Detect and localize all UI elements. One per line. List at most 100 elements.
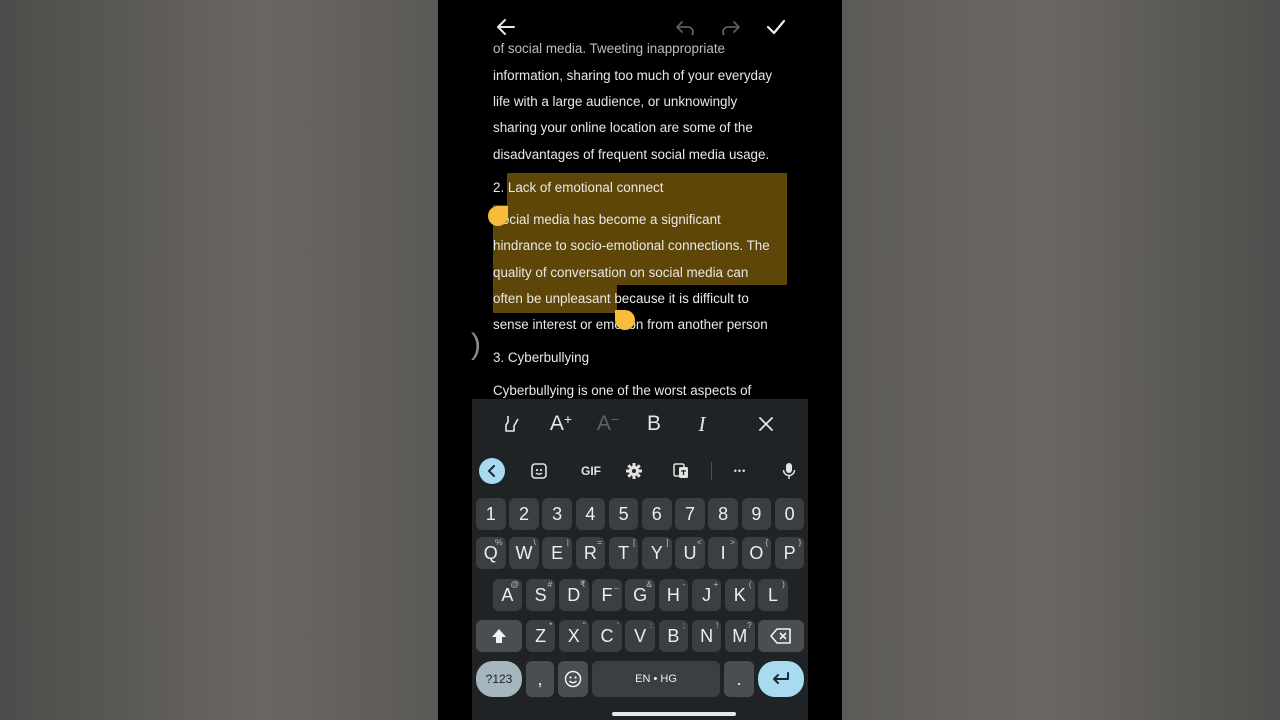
number-key-8[interactable]: 8 bbox=[708, 498, 738, 530]
space-key[interactable]: EN • HG bbox=[592, 661, 720, 697]
redo-icon[interactable] bbox=[718, 14, 744, 40]
key-hint: > bbox=[730, 537, 735, 547]
key-label: V bbox=[634, 625, 647, 646]
doc-line: of social media. Tweeting inappropriate bbox=[493, 41, 725, 56]
key-hint: # bbox=[547, 579, 553, 589]
checkmark-icon[interactable] bbox=[763, 14, 789, 40]
letter-key-g[interactable]: G & bbox=[625, 579, 655, 611]
gesture-nav-bar[interactable] bbox=[612, 712, 736, 716]
comma-key[interactable]: , bbox=[526, 661, 554, 697]
number-key-4[interactable]: 4 bbox=[575, 498, 606, 530]
letter-key-y[interactable]: Y] bbox=[642, 537, 672, 569]
letter-key-n[interactable]: N! bbox=[691, 620, 722, 652]
key-label: B bbox=[667, 625, 680, 646]
key-label: T bbox=[618, 542, 630, 563]
doc-line: often be unpleasant because it is diffic… bbox=[493, 291, 749, 306]
letter-key-t[interactable]: T[ bbox=[608, 537, 639, 569]
key-hint: * bbox=[549, 620, 553, 630]
key-hint: ] bbox=[666, 537, 669, 547]
phone-screen: of social media. Tweeting inappropriate … bbox=[438, 0, 842, 720]
key-hint: [ bbox=[633, 537, 636, 547]
key-hint: % bbox=[495, 537, 503, 547]
key-hint: + bbox=[713, 579, 719, 589]
letter-key-z[interactable]: Z * bbox=[525, 620, 556, 652]
number-key-9[interactable]: 9 bbox=[741, 498, 772, 530]
letter-key-m[interactable]: M? bbox=[725, 620, 755, 652]
doc-heading: 2. Lack of emotional connect bbox=[493, 180, 664, 195]
backspace-key[interactable] bbox=[758, 620, 804, 652]
letter-key-s[interactable]: S # bbox=[525, 579, 556, 611]
period-key[interactable]: . bbox=[724, 661, 754, 697]
key-label: M bbox=[732, 625, 748, 646]
selection-end-handle[interactable] bbox=[615, 310, 635, 330]
key-label: 4 bbox=[585, 503, 596, 524]
doc-line: disadvantages of frequent social media u… bbox=[493, 147, 770, 162]
collapse-toolbar-chevron-icon[interactable] bbox=[479, 458, 505, 484]
letter-key-w[interactable]: W \ bbox=[509, 537, 539, 569]
letter-key-k[interactable]: K( bbox=[725, 579, 755, 611]
letter-key-j[interactable]: J + bbox=[691, 579, 722, 611]
letter-key-h[interactable]: H- bbox=[658, 579, 689, 611]
highlighter-icon[interactable] bbox=[496, 409, 528, 439]
letter-key-d[interactable]: D ₹ bbox=[559, 579, 589, 611]
key-label: C bbox=[600, 625, 614, 646]
key-hint: ' bbox=[617, 620, 619, 630]
back-arrow-icon[interactable] bbox=[493, 14, 519, 40]
letter-key-i[interactable]: I > bbox=[708, 537, 738, 569]
number-key-3[interactable]: 3 bbox=[542, 498, 572, 530]
letter-key-r[interactable]: R = bbox=[575, 537, 606, 569]
doc-line: information, sharing too much of your ev… bbox=[493, 68, 773, 83]
shift-key[interactable] bbox=[476, 620, 522, 652]
key-hint: | bbox=[566, 537, 569, 547]
undo-icon[interactable] bbox=[672, 14, 698, 40]
symbols-key[interactable]: ?123 bbox=[476, 661, 522, 697]
plus-sign: + bbox=[563, 411, 573, 427]
sticker-icon[interactable] bbox=[527, 457, 551, 485]
number-key-1[interactable]: 1 bbox=[476, 498, 506, 530]
key-label: Y bbox=[650, 542, 663, 563]
emoji-key[interactable] bbox=[558, 661, 588, 697]
letter-key-q[interactable]: Q% bbox=[476, 537, 506, 569]
letter-key-l[interactable]: L) bbox=[758, 579, 788, 611]
number-key-2[interactable]: 2 bbox=[509, 498, 539, 530]
letter-key-o[interactable]: O{ bbox=[741, 537, 772, 569]
selection-start-handle[interactable] bbox=[488, 206, 508, 226]
key-label: 5 bbox=[618, 503, 629, 524]
number-key-7[interactable]: 7 bbox=[675, 498, 705, 530]
key-hint: " bbox=[582, 620, 586, 630]
letter-key-p[interactable]: P} bbox=[774, 537, 805, 569]
translate-icon[interactable] bbox=[669, 457, 693, 485]
letter-key-c[interactable]: C ' bbox=[592, 620, 622, 652]
microphone-icon[interactable] bbox=[777, 457, 801, 485]
letter-key-b[interactable]: B; bbox=[658, 620, 689, 652]
key-hint: = bbox=[597, 537, 603, 547]
enter-key[interactable] bbox=[758, 661, 804, 697]
letter-key-e[interactable]: E | bbox=[542, 537, 572, 569]
letter-key-x[interactable]: X " bbox=[559, 620, 589, 652]
key-label: F bbox=[601, 584, 613, 605]
gif-button[interactable]: GIF bbox=[571, 457, 611, 485]
bold-button[interactable]: B bbox=[638, 409, 670, 439]
close-icon[interactable] bbox=[750, 409, 782, 439]
doc-line: life with a large audience, or unknowing… bbox=[493, 94, 738, 109]
key-label: K bbox=[733, 584, 746, 605]
doc-line: hindrance to socio-emotional connections… bbox=[493, 238, 770, 253]
more-options-icon[interactable]: ••• bbox=[727, 457, 753, 485]
number-key-5[interactable]: 5 bbox=[608, 498, 639, 530]
key-label: X bbox=[567, 625, 580, 646]
increase-font-button[interactable]: A + bbox=[545, 409, 577, 439]
key-hint: ) bbox=[781, 579, 785, 589]
settings-gear-icon[interactable] bbox=[622, 457, 646, 485]
number-key-6[interactable]: 6 bbox=[642, 498, 672, 530]
key-hint: & bbox=[646, 579, 652, 589]
letter-key-a[interactable]: A @ bbox=[492, 579, 523, 611]
decrease-font-button[interactable]: A − bbox=[592, 409, 624, 439]
letter-key-f[interactable]: F _ bbox=[592, 579, 622, 611]
key-hint: { bbox=[765, 537, 769, 547]
number-key-0[interactable]: 0 bbox=[774, 498, 805, 530]
letter-key-v[interactable]: V: bbox=[625, 620, 655, 652]
key-label: 7 bbox=[684, 503, 695, 524]
key-label: J bbox=[702, 584, 712, 605]
letter-key-u[interactable]: U < bbox=[675, 537, 705, 569]
italic-button[interactable]: I bbox=[686, 409, 718, 439]
